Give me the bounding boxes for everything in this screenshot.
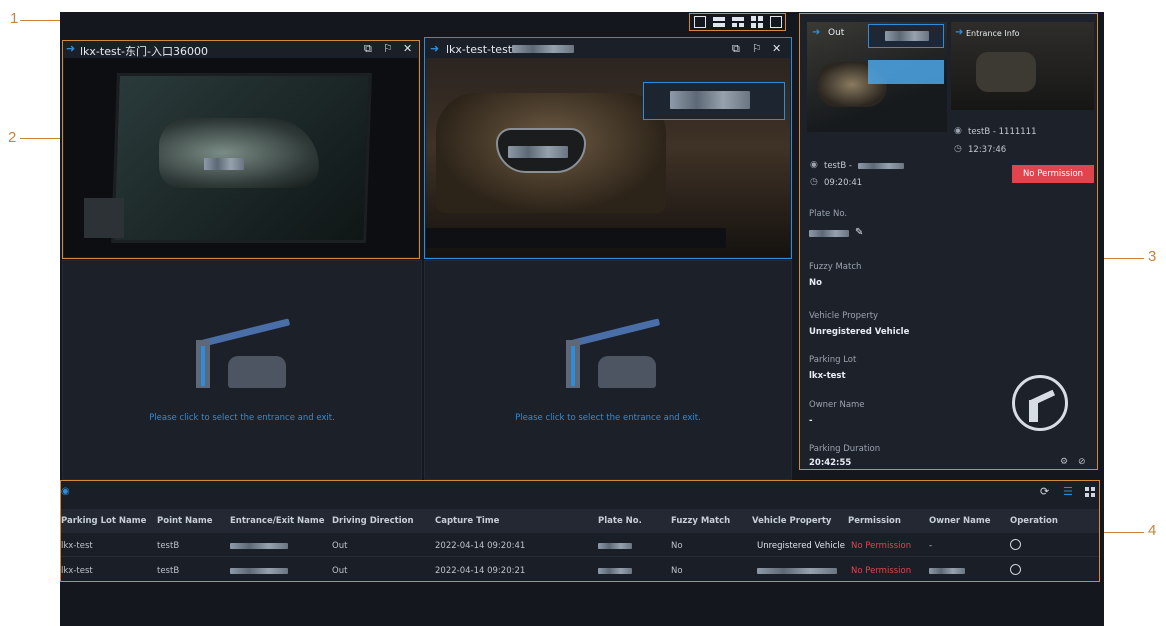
- camera-enter-icon: ➜: [430, 42, 440, 55]
- col-driving-direction[interactable]: Driving Direction: [332, 516, 414, 526]
- cell-owner: [929, 568, 965, 574]
- entrance-location: testB - 1111111: [968, 127, 1037, 137]
- close-icon[interactable]: ✕: [403, 42, 412, 56]
- clock-icon: ◷: [954, 144, 962, 154]
- cell-entrance: [230, 543, 288, 549]
- col-capture-time[interactable]: Capture Time: [435, 516, 499, 526]
- snapshot-icon[interactable]: ⧉: [732, 42, 740, 56]
- cell-time: 2022-04-14 09:20:21: [435, 566, 526, 576]
- open-barrier-button[interactable]: [1012, 375, 1068, 431]
- cell-lot: lkx-test: [61, 541, 93, 551]
- cell-lot: lkx-test: [61, 566, 93, 576]
- barrier-gate-icon: [560, 318, 661, 390]
- out-label: Out: [828, 28, 845, 38]
- callout-line-4: [1100, 532, 1144, 533]
- vehicle-property-value: Unregistered Vehicle: [809, 327, 910, 337]
- empty-pane-hint[interactable]: Please click to select the entrance and …: [424, 413, 792, 423]
- blurred-title-text: [512, 45, 574, 53]
- entrance-info-label: Entrance Info: [966, 29, 1020, 38]
- entrance-enter-icon: ➜: [955, 27, 964, 38]
- col-permission[interactable]: Permission: [848, 516, 901, 526]
- cell-property: [757, 568, 837, 574]
- cell-point: testB: [157, 541, 180, 551]
- location-icon: ◉: [810, 160, 818, 170]
- cell-time: 2022-04-14 09:20:41: [435, 541, 526, 551]
- settings-icon[interactable]: ⚙: [1060, 457, 1068, 467]
- callout-line-2: [20, 138, 62, 139]
- cell-entrance: [230, 568, 288, 574]
- exit-time: 09:20:41: [824, 178, 863, 188]
- list-view-icon[interactable]: ☰: [1063, 485, 1073, 498]
- cell-plate: [598, 568, 632, 574]
- col-point-name[interactable]: Point Name: [157, 516, 213, 526]
- two-row-layout-icon[interactable]: [713, 16, 725, 28]
- open-gate-icon[interactable]: [1010, 564, 1021, 575]
- plate-no-label: Plate No.: [809, 209, 848, 219]
- cell-plate: [598, 543, 632, 549]
- owner-name-value: -: [809, 416, 813, 426]
- callout-3: 3: [1148, 248, 1157, 265]
- edit-icon[interactable]: ✎: [855, 227, 863, 238]
- callout-line-3: [1098, 258, 1144, 259]
- close-icon[interactable]: ✕: [772, 42, 781, 56]
- cell-permission: No Permission: [851, 541, 912, 551]
- col-parking-lot-name[interactable]: Parking Lot Name: [61, 516, 146, 526]
- open-gate-icon[interactable]: [1010, 539, 1021, 550]
- barrier-icon[interactable]: ⚐: [383, 42, 393, 56]
- parking-lot-label: Parking Lot: [809, 355, 857, 365]
- cell-fuzzy: No: [671, 566, 683, 576]
- barrier-gate-icon: [190, 318, 291, 390]
- out-enter-icon: ➜: [812, 27, 821, 38]
- cell-direction: Out: [332, 541, 348, 551]
- location-pin-icon[interactable]: ◉: [61, 486, 70, 497]
- blurred-location: [858, 163, 904, 169]
- col-entrance-exit-name[interactable]: Entrance/Exit Name: [230, 516, 325, 526]
- table-row[interactable]: [61, 535, 1099, 557]
- cell-permission: No Permission: [851, 566, 912, 576]
- plate-highlight: [868, 60, 944, 84]
- camera-1-video: [64, 58, 418, 257]
- card-view-icon[interactable]: [1085, 487, 1095, 497]
- clock-icon: ◷: [810, 177, 818, 187]
- col-fuzzy-match[interactable]: Fuzzy Match: [671, 516, 730, 526]
- refresh-icon[interactable]: ⟳: [1040, 485, 1049, 498]
- camera-1-title: lkx-test-东门-入口36000: [80, 45, 208, 58]
- col-vehicle-property[interactable]: Vehicle Property: [752, 516, 831, 526]
- fuzzy-match-label: Fuzzy Match: [809, 262, 862, 272]
- parking-lot-value: lkx-test: [809, 371, 846, 381]
- exit-location: testB -: [824, 161, 852, 171]
- callout-1: 1: [10, 10, 19, 27]
- permission-badge: No Permission: [1012, 165, 1094, 183]
- parking-duration-value: 20:42:55: [809, 458, 852, 468]
- fullscreen-icon[interactable]: [770, 16, 782, 28]
- col-owner-name[interactable]: Owner Name: [929, 516, 991, 526]
- cell-owner: -: [929, 541, 933, 551]
- camera-2-video: [426, 58, 790, 257]
- cell-direction: Out: [332, 566, 348, 576]
- callout-4: 4: [1148, 522, 1157, 539]
- owner-name-label: Owner Name: [809, 400, 865, 410]
- cell-property: Unregistered Vehicle: [757, 541, 845, 551]
- plate-no-value: [809, 230, 849, 237]
- cell-fuzzy: No: [671, 541, 683, 551]
- parking-duration-label: Parking Duration: [809, 444, 881, 454]
- plate-crop: [868, 24, 944, 48]
- cell-point: testB: [157, 566, 180, 576]
- col-operation[interactable]: Operation: [1010, 516, 1058, 526]
- fuzzy-match-value: No: [809, 278, 822, 288]
- help-icon[interactable]: ⊘: [1078, 457, 1086, 467]
- four-split-layout-icon[interactable]: [732, 16, 744, 28]
- single-layout-icon[interactable]: [694, 16, 706, 28]
- snapshot-icon[interactable]: ⧉: [364, 42, 372, 56]
- location-icon: ◉: [954, 126, 962, 136]
- camera-enter-icon: ➜: [66, 42, 76, 55]
- col-plate-no[interactable]: Plate No.: [598, 516, 642, 526]
- entrance-time: 12:37:46: [968, 145, 1007, 155]
- barrier-icon[interactable]: ⚐: [752, 42, 762, 56]
- grid-layout-icon[interactable]: [751, 16, 763, 28]
- callout-2: 2: [8, 129, 17, 146]
- vehicle-property-label: Vehicle Property: [809, 311, 879, 321]
- empty-pane-hint[interactable]: Please click to select the entrance and …: [62, 413, 422, 423]
